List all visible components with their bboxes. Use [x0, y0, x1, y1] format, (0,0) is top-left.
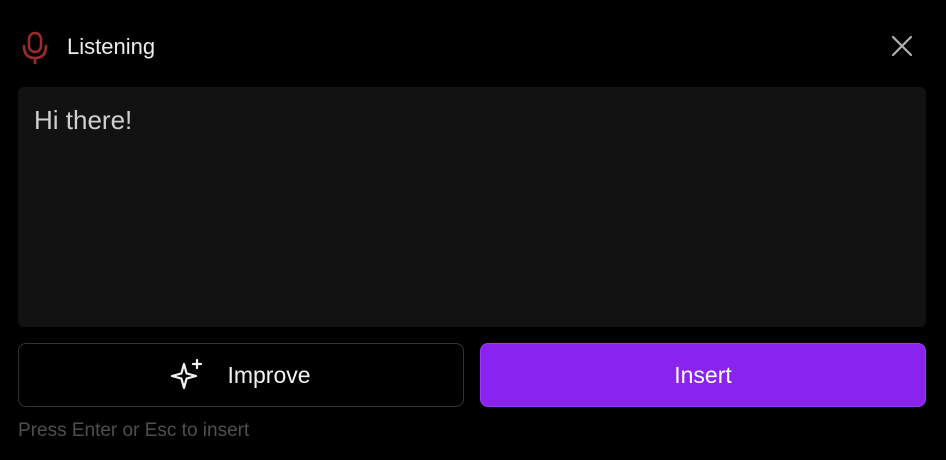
- improve-button[interactable]: Improve: [18, 343, 464, 407]
- close-icon: [891, 35, 913, 62]
- insert-label: Insert: [674, 361, 732, 388]
- sparkle-icon: [171, 358, 205, 392]
- transcript-textarea[interactable]: Hi there!: [18, 87, 926, 327]
- insert-button[interactable]: Insert: [480, 343, 926, 407]
- status-title: Listening: [67, 34, 156, 59]
- microphone-icon: [20, 31, 50, 65]
- close-button[interactable]: [882, 28, 922, 68]
- improve-label: Improve: [227, 361, 311, 388]
- keyboard-hint: Press Enter or Esc to insert: [18, 420, 250, 441]
- transcript-text: Hi there!: [34, 105, 133, 135]
- header-bar: Listening: [0, 0, 946, 92]
